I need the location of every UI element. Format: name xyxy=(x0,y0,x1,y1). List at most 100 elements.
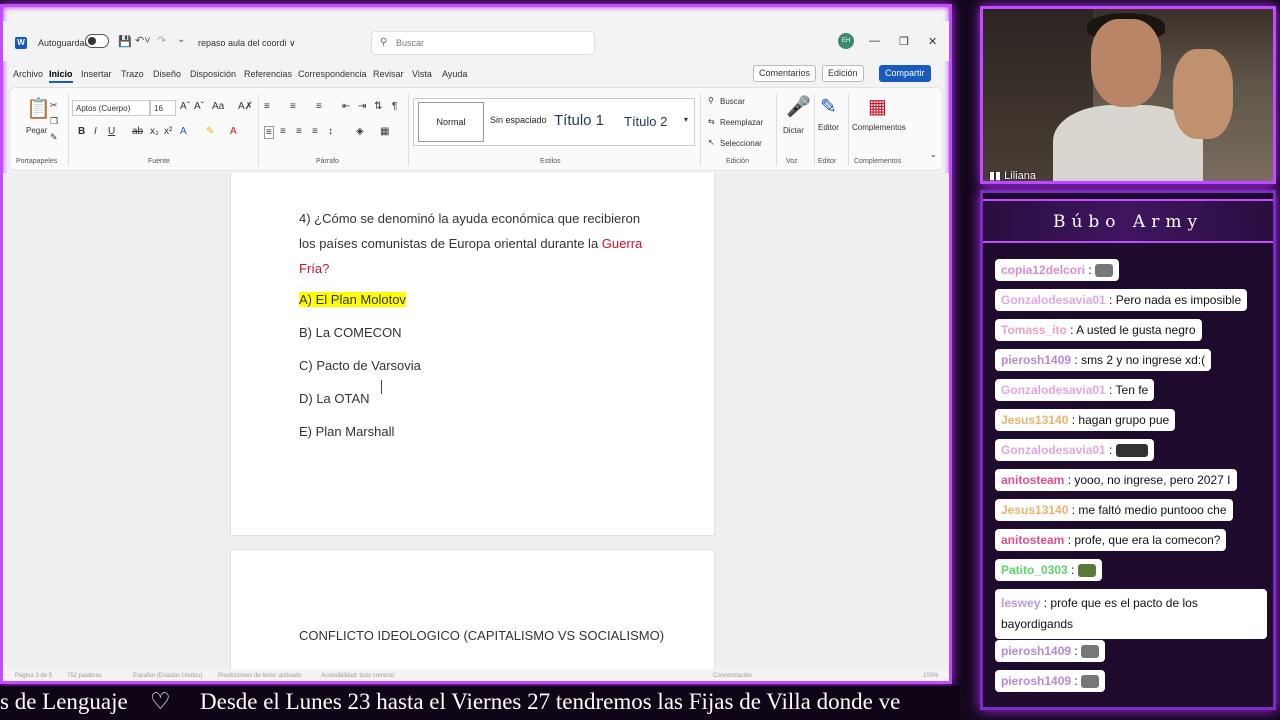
bullets-icon[interactable]: ≡ xyxy=(264,101,270,112)
redo-icon[interactable]: ↷ xyxy=(157,34,166,47)
tab-trazo[interactable]: Trazo xyxy=(121,69,144,79)
chat-username[interactable]: leswey xyxy=(1001,596,1040,610)
tab-insertar[interactable]: Insertar xyxy=(81,69,112,79)
restore-icon[interactable]: ❐ xyxy=(899,35,909,48)
status-page[interactable]: Página 3 de 5 xyxy=(15,673,52,679)
format-painter-icon[interactable]: ✎ xyxy=(50,132,58,143)
find-icon[interactable]: ⚲ xyxy=(708,96,714,105)
borders-icon[interactable]: ▦ xyxy=(380,126,389,137)
chat-username[interactable]: Gonzalodesavia01 xyxy=(1001,383,1106,397)
tab-disposicion[interactable]: Disposición xyxy=(190,69,236,79)
styles-scroll-icon[interactable]: ▾ xyxy=(684,115,688,124)
change-case-icon[interactable]: Aa xyxy=(212,101,224,112)
font-color-icon[interactable]: A xyxy=(230,126,237,137)
minimize-icon[interactable]: — xyxy=(869,35,880,47)
account-avatar[interactable]: EH xyxy=(838,33,854,49)
tab-diseno[interactable]: Diseño xyxy=(153,69,181,79)
numbering-icon[interactable]: ≡ xyxy=(290,101,296,112)
justify-icon[interactable]: ≡ xyxy=(312,126,318,137)
tab-archivo[interactable]: Archivo xyxy=(13,69,43,79)
chat-username[interactable]: anitosteam xyxy=(1001,533,1064,547)
replace-label[interactable]: Reemplazar xyxy=(720,118,763,127)
collapse-ribbon-icon[interactable]: ⌄ xyxy=(930,150,937,159)
addins-icon[interactable]: ▦ xyxy=(868,94,887,119)
editor-icon[interactable]: ✎ xyxy=(820,94,837,119)
align-center-icon[interactable]: ≡ xyxy=(280,126,286,137)
addins-label[interactable]: Complementos xyxy=(852,123,906,132)
chat-username[interactable]: Gonzalodesavia01 xyxy=(1001,293,1106,307)
chat-username[interactable]: Jesus13140 xyxy=(1001,503,1068,517)
strikethrough-icon[interactable]: ab xyxy=(132,126,143,137)
chat-username[interactable]: Patito_0303 xyxy=(1001,563,1068,577)
text-effects-icon[interactable]: A xyxy=(180,126,187,137)
show-formatting-icon[interactable]: ¶ xyxy=(392,101,397,112)
document-page[interactable]: CONFLICTO IDEOLOGICO (CAPITALISMO VS SOC… xyxy=(230,549,715,673)
decrease-indent-icon[interactable]: ⇤ xyxy=(342,101,350,112)
document-canvas[interactable]: 4) ¿Cómo se denominó la ayuda económica … xyxy=(3,173,949,673)
autosave-toggle[interactable] xyxy=(85,34,109,48)
font-size-select[interactable]: 16 xyxy=(150,100,176,116)
chat-username[interactable]: copia12delcori xyxy=(1001,263,1085,277)
chat-username[interactable]: Tomass_ito xyxy=(1001,323,1067,337)
bold-icon[interactable]: B xyxy=(78,126,85,137)
status-words[interactable]: 752 palabras xyxy=(67,673,102,679)
shading-icon[interactable]: ◈ xyxy=(356,126,364,137)
status-accessibility[interactable]: Accesibilidad: todo correcto xyxy=(321,673,394,679)
clear-format-icon[interactable]: A✗ xyxy=(238,101,253,112)
grow-font-icon[interactable]: Aˆ xyxy=(180,101,190,112)
increase-indent-icon[interactable]: ⇥ xyxy=(358,101,366,112)
underline-icon[interactable]: U xyxy=(108,126,115,137)
status-predictions[interactable]: Predicciones de texto: activado xyxy=(218,673,301,679)
microphone-icon[interactable]: 🎤 xyxy=(786,94,811,119)
find-label[interactable]: Buscar xyxy=(720,97,745,106)
font-name-select[interactable]: Aptos (Cuerpo) xyxy=(72,100,150,116)
dictate-label[interactable]: Dictar xyxy=(783,126,804,135)
tab-revisar[interactable]: Revisar xyxy=(373,69,404,79)
editing-mode-button[interactable]: Edición xyxy=(822,65,864,82)
chat-username[interactable]: Gonzalodesavia01 xyxy=(1001,443,1106,457)
status-zoom[interactable]: 100% xyxy=(923,673,938,679)
multilevel-list-icon[interactable]: ≡ xyxy=(316,101,322,112)
highlight-icon[interactable]: ✎ xyxy=(206,126,214,137)
editor-label[interactable]: Editor xyxy=(818,123,839,132)
style-normal[interactable]: Normal xyxy=(418,102,484,142)
tab-correspondencia[interactable]: Correspondencia xyxy=(298,69,367,79)
chat-username[interactable]: anitosteam xyxy=(1001,473,1064,487)
cut-icon[interactable]: ✂ xyxy=(50,100,58,111)
paste-label[interactable]: Pegar xyxy=(26,126,47,135)
replace-icon[interactable]: ⇆ xyxy=(708,117,715,126)
tab-inicio[interactable]: Inicio xyxy=(49,69,73,83)
select-icon[interactable]: ↖ xyxy=(708,138,715,147)
chat-username[interactable]: pierosh1409 xyxy=(1001,674,1071,688)
close-icon[interactable]: ✕ xyxy=(928,35,937,48)
paste-icon[interactable]: 📋 xyxy=(26,96,51,121)
copy-icon[interactable]: ❐ xyxy=(50,116,58,127)
style-no-spacing[interactable]: Sin espaciado xyxy=(490,115,547,125)
chat-username[interactable]: pierosh1409 xyxy=(1001,644,1071,658)
status-focus[interactable]: Concentración xyxy=(713,673,752,679)
subscript-icon[interactable]: x₂ xyxy=(150,126,159,137)
superscript-icon[interactable]: x² xyxy=(164,126,172,137)
customize-qat-icon[interactable]: ⌄ xyxy=(177,34,185,45)
search-box[interactable]: ⚲ Buscar xyxy=(371,31,595,55)
status-language[interactable]: Español (Estados Unidos) xyxy=(133,673,202,679)
tab-vista[interactable]: Vista xyxy=(412,69,432,79)
line-spacing-icon[interactable]: ↕ xyxy=(328,126,333,137)
tab-referencias[interactable]: Referencias xyxy=(244,69,292,79)
undo-icon[interactable]: ↶˅ xyxy=(135,34,151,47)
document-name[interactable]: repaso aula del coordi ∨ xyxy=(198,38,296,49)
share-button[interactable]: Compartir xyxy=(879,65,931,82)
select-label[interactable]: Seleccionar xyxy=(720,139,762,148)
document-page[interactable]: 4) ¿Cómo se denominó la ayuda económica … xyxy=(230,173,715,536)
chat-username[interactable]: pierosh1409 xyxy=(1001,353,1071,367)
style-title-2[interactable]: Título 2 xyxy=(624,114,667,129)
italic-icon[interactable]: I xyxy=(94,126,97,137)
chat-username[interactable]: Jesus13140 xyxy=(1001,413,1068,427)
save-icon[interactable]: 💾 xyxy=(118,35,132,48)
align-right-icon[interactable]: ≡ xyxy=(296,126,302,137)
shrink-font-icon[interactable]: Aˇ xyxy=(194,101,204,112)
tab-ayuda[interactable]: Ayuda xyxy=(442,69,467,79)
align-left-icon[interactable]: ≡ xyxy=(264,126,274,139)
style-title-1[interactable]: Título 1 xyxy=(554,112,604,129)
sort-icon[interactable]: ⇅ xyxy=(374,101,382,112)
